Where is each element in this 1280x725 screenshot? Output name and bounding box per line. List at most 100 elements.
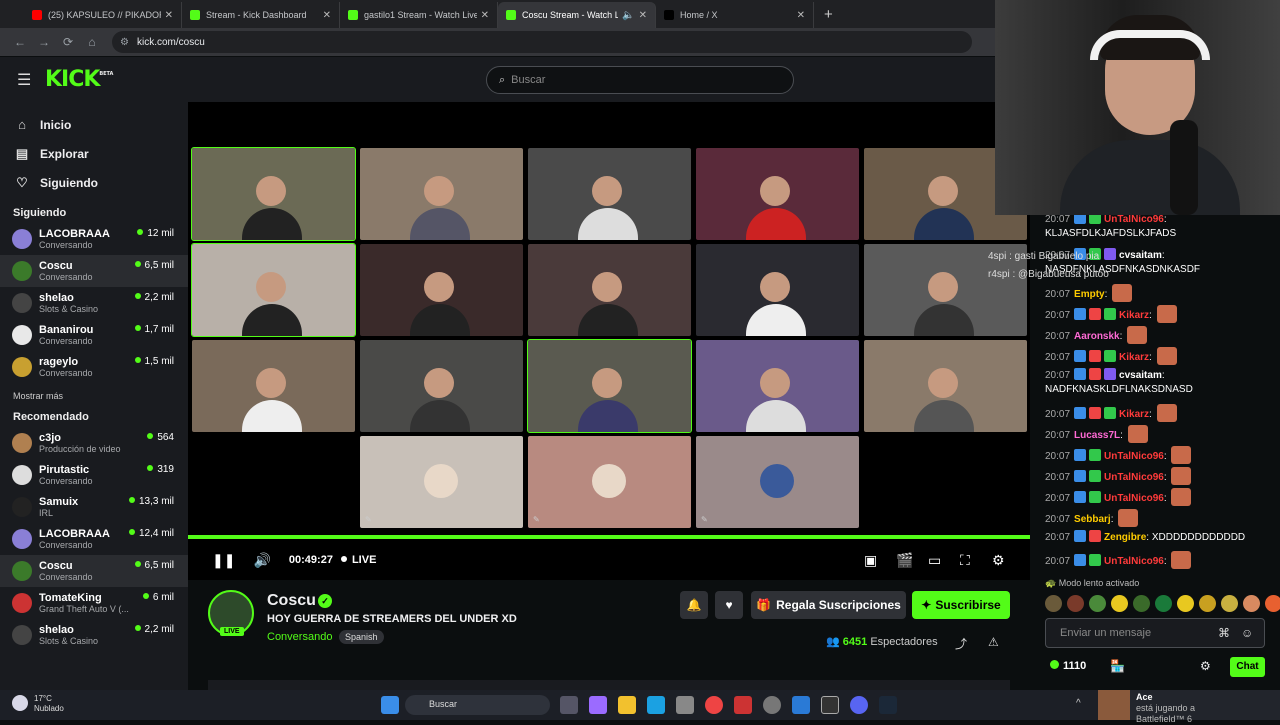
close-tab-icon[interactable]: ✕ <box>797 10 805 21</box>
browser-tab[interactable]: Home / X ✕ <box>656 2 814 28</box>
gift-subs-button[interactable]: 🎁 Regala Suscripciones <box>751 591 906 619</box>
fullscreen-icon[interactable]: ⛶ <box>960 552 970 569</box>
game-notification[interactable]: Ace está jugando a Battlefield™ 6 <box>1098 690 1280 724</box>
chat-username[interactable]: UnTalNico96 <box>1104 556 1164 567</box>
emote-icon[interactable] <box>1133 595 1150 612</box>
browser-tab[interactable]: Stream - Kick Dashboard ✕ <box>182 2 340 28</box>
emote-icon[interactable] <box>1243 595 1260 612</box>
tab-audio-icon[interactable]: 🔈 <box>622 10 634 21</box>
browser-tab[interactable]: (25) KAPSULEO // PIKADOR #K ✕ <box>24 2 182 28</box>
emote-icon[interactable] <box>1199 595 1216 612</box>
sidebar-nav-explorar[interactable]: ▤ Explorar <box>0 139 188 168</box>
close-tab-icon[interactable]: ✕ <box>323 10 331 21</box>
sidebar-channel[interactable]: Coscu Conversando 6,5 mil <box>0 555 188 587</box>
chrome-icon[interactable] <box>705 696 723 714</box>
miniplayer-icon[interactable]: ▣ <box>864 552 877 569</box>
channel-points[interactable]: 1110 <box>1050 660 1086 672</box>
file-explorer-icon[interactable] <box>618 696 636 714</box>
back-icon[interactable]: ← <box>8 35 32 49</box>
browser-tab[interactable]: Coscu Stream - Watch Live🔈 ✕ <box>498 2 656 28</box>
chat-username[interactable]: Kikarz <box>1119 352 1149 363</box>
chat-input[interactable]: Enviar un mensaje ⌘ ☺ <box>1045 618 1265 648</box>
sidebar-channel[interactable]: Bananirou Conversando 1,7 mil <box>0 319 188 351</box>
settings-icon[interactable]: ⚙ <box>992 552 1005 569</box>
chat-username[interactable]: cvsaitam <box>1119 250 1162 261</box>
theater-mode-icon[interactable]: ▭ <box>928 552 941 569</box>
emote-icon[interactable] <box>1111 595 1128 612</box>
taskbar-search[interactable]: Buscar <box>405 695 550 715</box>
mail-icon[interactable] <box>792 696 810 714</box>
close-tab-icon[interactable]: ✕ <box>481 10 489 21</box>
chat-username[interactable]: Kikarz <box>1119 310 1149 321</box>
chat-username[interactable]: Lucass7L <box>1074 430 1120 441</box>
sidebar-channel[interactable]: LACOBRAAA Conversando 12,4 mil <box>0 523 188 555</box>
close-tab-icon[interactable]: ✕ <box>639 10 647 21</box>
channel-name[interactable]: Coscu <box>267 592 316 610</box>
sidebar-channel[interactable]: Pirutastic Conversando 319 <box>0 459 188 491</box>
start-icon[interactable] <box>381 696 399 714</box>
forward-icon[interactable]: → <box>32 35 56 49</box>
emote-icon[interactable] <box>1089 595 1106 612</box>
sidebar-channel[interactable]: Coscu Conversando 6,5 mil <box>0 255 188 287</box>
show-more-link[interactable]: Mostrar más <box>0 383 188 407</box>
sidebar-channel[interactable]: rageylo Conversando 1,5 mil <box>0 351 188 383</box>
command-icon[interactable]: ⌘ <box>1218 626 1230 640</box>
task-view-icon[interactable] <box>560 696 578 714</box>
kick-logo[interactable]: KICK BETA <box>45 67 113 92</box>
weather-widget[interactable]: 17°C Nublado <box>12 694 64 714</box>
new-tab-icon[interactable]: + <box>824 6 833 23</box>
settings-app-icon[interactable] <box>763 696 781 714</box>
pause-icon[interactable]: ❚❚ <box>212 552 235 569</box>
follow-button[interactable]: ♥ <box>715 591 743 619</box>
notification-bell-button[interactable]: 🔔 <box>680 591 708 619</box>
emote-icon[interactable] <box>1045 595 1062 612</box>
reload-icon[interactable]: ⟳ <box>56 35 80 49</box>
sidebar-channel[interactable]: shelao Slots & Casino 2,2 mil <box>0 619 188 651</box>
chat-username[interactable]: Empty <box>1074 289 1105 300</box>
site-info-icon[interactable]: ⚙ <box>120 37 129 48</box>
discord-icon[interactable] <box>850 696 868 714</box>
emote-icon[interactable] <box>1265 595 1280 612</box>
chat-username[interactable]: Zengibre <box>1104 532 1146 543</box>
chat-username[interactable]: Sebbarj <box>1074 514 1111 525</box>
report-icon[interactable]: ⚠ <box>988 635 999 649</box>
menu-icon[interactable]: ☰ <box>17 70 31 90</box>
sidebar-channel[interactable]: c3jo Producción de video 564 <box>0 427 188 459</box>
emote-icon[interactable] <box>1221 595 1238 612</box>
store-app-icon[interactable] <box>676 696 694 714</box>
chat-username[interactable]: Kikarz <box>1119 409 1149 420</box>
chat-username[interactable]: Aaronskk <box>1074 331 1120 342</box>
steam-icon[interactable] <box>879 696 897 714</box>
emote-icon[interactable] <box>1177 595 1194 612</box>
share-icon[interactable]: ⤴ <box>955 635 967 652</box>
sidebar-channel[interactable]: Samuix IRL 13,3 mil <box>0 491 188 523</box>
store-icon[interactable]: 🏪 <box>1110 659 1125 673</box>
chat-username[interactable]: UnTalNico96 <box>1104 451 1164 462</box>
language-tag[interactable]: Spanish <box>339 630 384 644</box>
home-icon[interactable]: ⌂ <box>80 35 104 49</box>
url-field[interactable]: ⚙ kick.com/coscu <box>112 31 972 53</box>
search-input[interactable]: ⌕ Buscar <box>486 66 794 94</box>
chat-settings-icon[interactable]: ⚙ <box>1200 659 1211 673</box>
browser-tab[interactable]: gastilo1 Stream - Watch Live on ✕ <box>340 2 498 28</box>
stream-category[interactable]: Conversando <box>267 631 332 643</box>
volume-icon[interactable]: 🔊 <box>253 552 270 569</box>
clip-icon[interactable]: 🎬 <box>896 552 913 569</box>
edge-icon[interactable] <box>647 696 665 714</box>
video-player[interactable]: ✎ ✎ ✎ ❚❚ 🔊 00:49:27 LIVE ▣ 🎬 ▭ ⛶ ⚙ <box>188 102 1030 580</box>
emoji-icon[interactable]: ☺ <box>1241 626 1253 640</box>
chat-username[interactable]: cvsaitam <box>1119 370 1162 381</box>
sidebar-nav-inicio[interactable]: ⌂ Inicio <box>0 110 188 139</box>
emote-icon[interactable] <box>1155 595 1172 612</box>
app-icon[interactable] <box>734 696 752 714</box>
send-chat-button[interactable]: Chat <box>1230 657 1265 677</box>
close-tab-icon[interactable]: ✕ <box>165 10 173 21</box>
capcut-icon[interactable] <box>821 696 839 714</box>
sidebar-channel[interactable]: LACOBRAAA Conversando 12 mil <box>0 223 188 255</box>
subscribe-button[interactable]: ✦ Suscribirse <box>912 591 1010 619</box>
emote-icon[interactable] <box>1067 595 1084 612</box>
tray-chevron-icon[interactable]: ^ <box>1076 698 1081 709</box>
chat-username[interactable]: UnTalNico96 <box>1104 214 1164 225</box>
chat-username[interactable]: UnTalNico96 <box>1104 472 1164 483</box>
sidebar-channel[interactable]: TomateKing Grand Theft Auto V (... 6 mil <box>0 587 188 619</box>
